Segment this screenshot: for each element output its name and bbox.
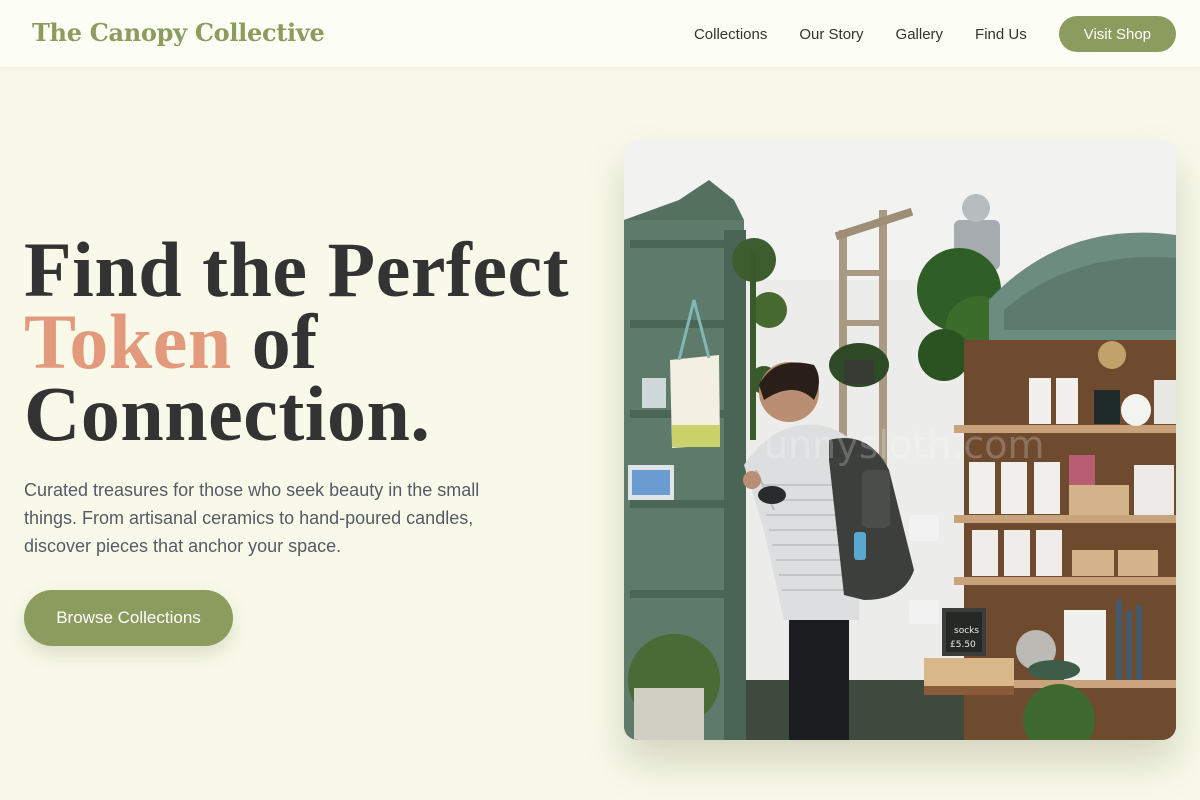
shop-interior-illustration: socks £5.50 unnysloth.com	[624, 140, 1176, 740]
headline-line-3: Connection.	[24, 370, 431, 457]
image-watermark: unnysloth.com	[764, 423, 1045, 467]
nav-link-our-story[interactable]: Our Story	[799, 26, 863, 43]
shop-sign-price: £5.50	[950, 640, 976, 650]
hero-description: Curated treasures for those who seek bea…	[24, 480, 480, 556]
shop-sign-text: socks	[954, 626, 979, 636]
browse-collections-button[interactable]: Browse Collections	[24, 590, 233, 646]
hero-headline: Find the Perfect Token of Connection.	[24, 231, 584, 453]
main-nav: Collections Our Story Gallery Find Us Vi…	[694, 16, 1176, 52]
nav-link-find-us[interactable]: Find Us	[975, 26, 1027, 43]
site-logo[interactable]: The Canopy Collective	[32, 18, 325, 47]
nav-link-collections[interactable]: Collections	[694, 26, 767, 43]
site-header: The Canopy Collective Collections Our St…	[0, 0, 1200, 68]
nav-link-gallery[interactable]: Gallery	[896, 26, 944, 43]
visit-shop-button[interactable]: Visit Shop	[1058, 16, 1176, 52]
hero-shop-photo: socks £5.50 unnysloth.com	[624, 140, 1176, 740]
